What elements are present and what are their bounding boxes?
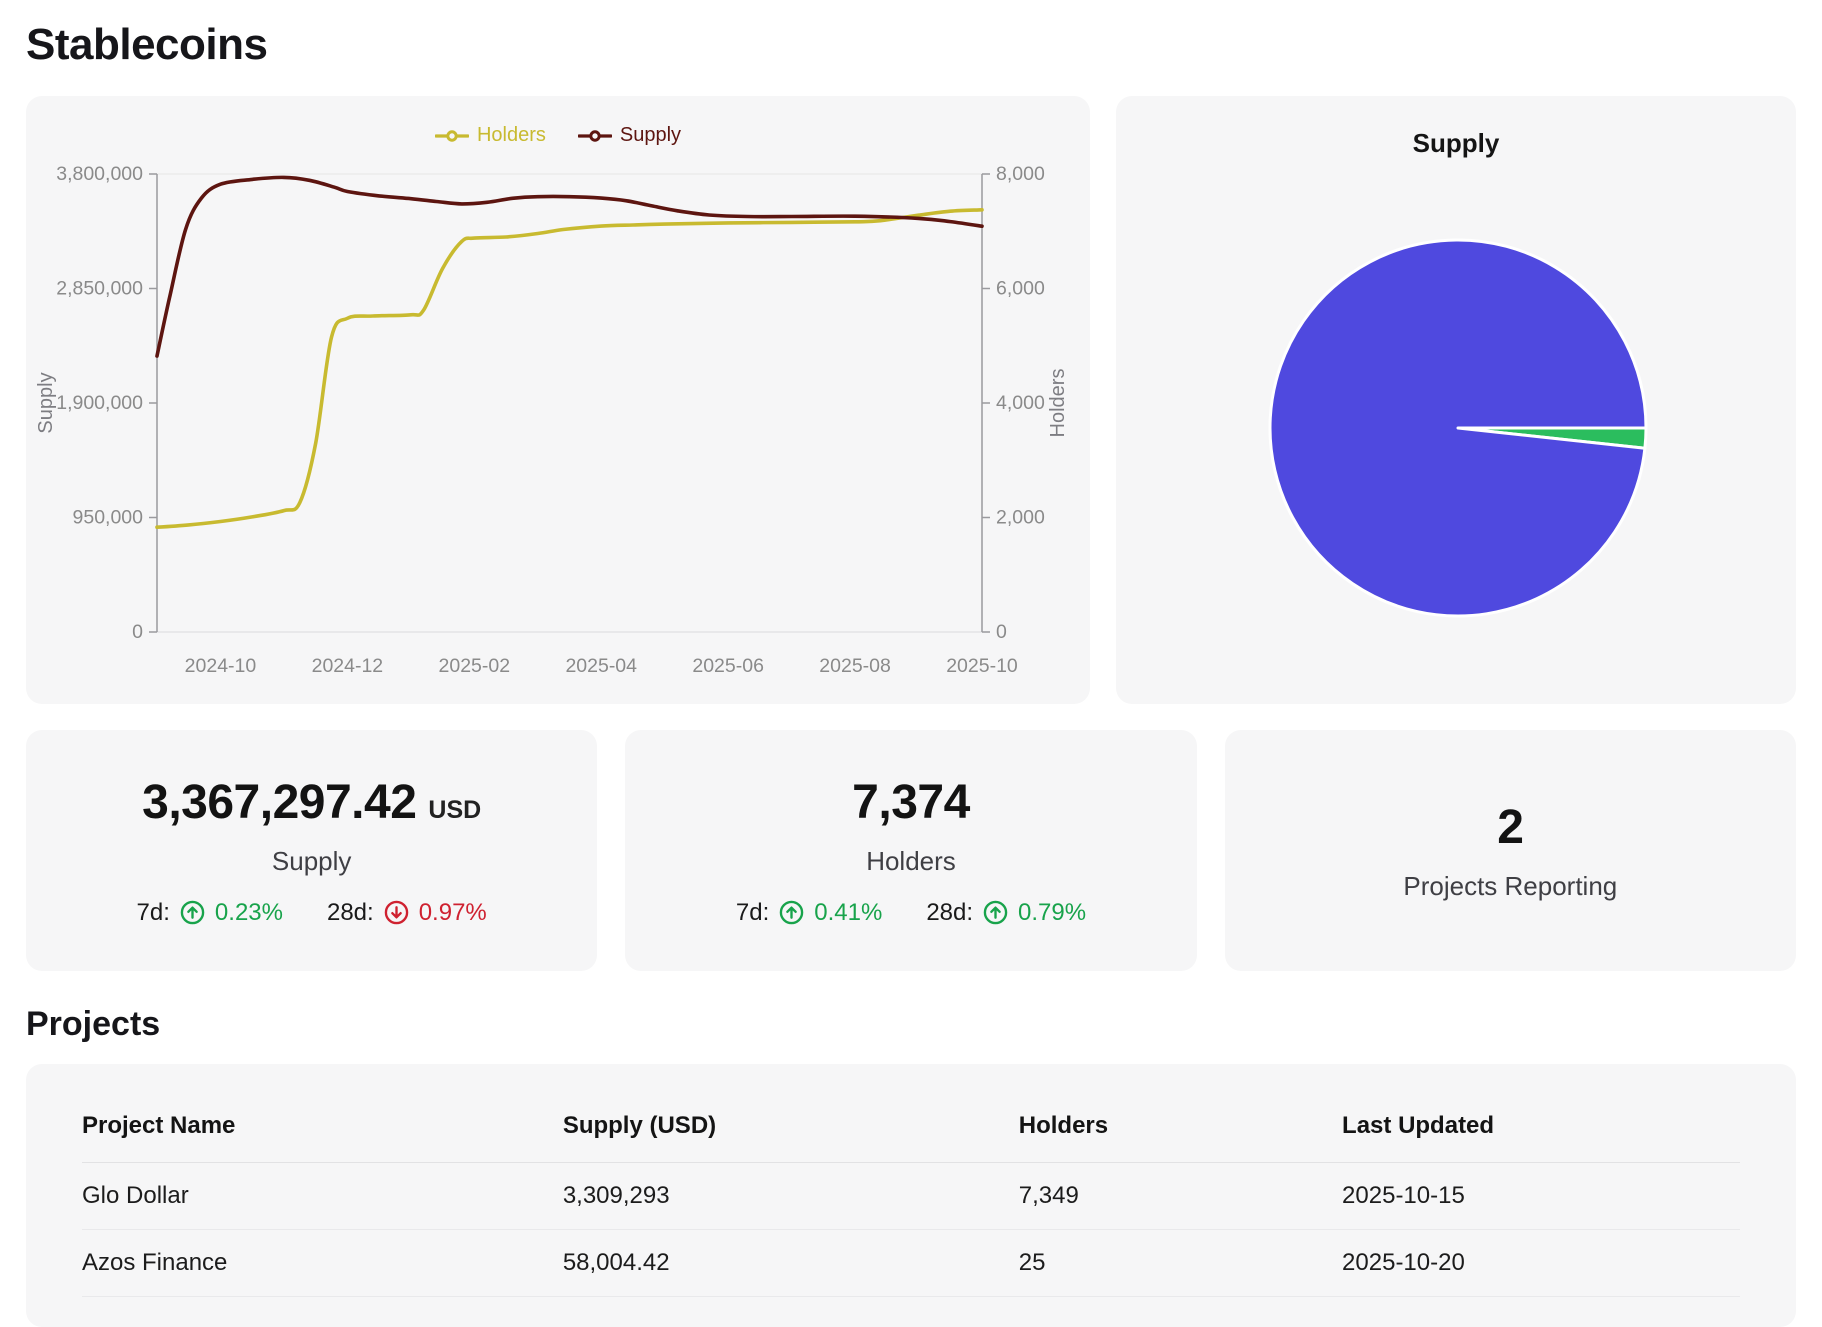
table-cell: 7,349 — [1018, 1162, 1343, 1230]
x-axis-tick-label: 2024-10 — [185, 655, 257, 677]
right-axis-tick-label: 0 — [996, 621, 1007, 643]
legend-label: Holders — [476, 124, 546, 146]
x-axis-tick-label: 2025-08 — [819, 655, 891, 677]
line-chart: 0 950,000 1,900,000 2,850,000 3,800,000 Suppl… — [35, 163, 1069, 677]
change-period-label: 7d: — [136, 898, 170, 926]
table-cell: 2025-10-20 — [1342, 1229, 1740, 1297]
left-axis-tick-label: 950,000 — [73, 507, 144, 529]
right-axis: 0 2,000 4,000 6,000 8,000 Holders — [981, 163, 1069, 643]
pie-chart — [1268, 238, 1648, 618]
stat-label: Projects Reporting — [1403, 870, 1618, 901]
legend-marker-icon — [577, 129, 612, 142]
table-column-header: Last Updated — [1342, 1082, 1740, 1163]
arrow-up-circle-icon — [983, 900, 1008, 925]
left-axis-title: Supply — [35, 372, 57, 433]
change-7d: 7d: 0.41% — [736, 899, 882, 927]
projects-heading: Projects — [26, 1005, 161, 1043]
arrow-up-circle-icon — [779, 900, 804, 925]
right-axis-tick-label: 4,000 — [996, 392, 1045, 414]
stat-value-line: 3,367,297.42 USD — [142, 775, 481, 830]
table-row[interactable]: Azos Finance 58,004.42 25 2025-10-20 — [82, 1229, 1740, 1297]
line-chart-legend: Holders Supply — [26, 124, 1090, 147]
table-header-row: Project Name Supply (USD) Holders Last Upda… — [82, 1082, 1740, 1163]
table-cell: 58,004.42 — [562, 1229, 1019, 1297]
stat-label: Supply — [271, 845, 352, 876]
stat-label: Holders — [866, 845, 956, 876]
legend-label: Supply — [619, 124, 682, 146]
series-line-holders — [155, 208, 984, 530]
table-column-header: Holders — [1018, 1082, 1343, 1163]
x-axis-tick-label: 2024-12 — [312, 655, 384, 677]
projects-table-card: Project Name Supply (USD) Holders Last Upda… — [26, 1064, 1796, 1327]
x-axis-tick-label: 2025-02 — [439, 655, 511, 677]
table-cell: 25 — [1018, 1229, 1343, 1297]
arrow-down-circle-icon — [384, 900, 408, 925]
table-cell: Glo Dollar — [82, 1162, 563, 1230]
change-period-label: 28d: — [326, 898, 374, 926]
stat-card-holders: 7,374 Holders 7d: 0.41% 28d: 0.79% — [625, 730, 1197, 971]
x-axis-labels: 2024-10 2024-12 2025-02 2025-04 2025-06 2025-… — [185, 655, 1018, 677]
stats-row: 3,367,297.42 USD Supply 7d: 0.23% 28d: 0.97% 7,… — [26, 730, 1796, 971]
pie-slice[interactable] — [1268, 238, 1648, 618]
change-percent: 0.97% — [418, 898, 487, 926]
page-title: Stablecoins — [26, 20, 268, 69]
right-axis-tick-label: 2,000 — [996, 507, 1045, 529]
change-percent: 0.23% — [214, 898, 283, 926]
arrow-up-circle-icon — [180, 900, 205, 925]
x-axis-tick-label: 2025-10 — [946, 655, 1018, 677]
stat-value-line: 7,374 — [852, 775, 970, 830]
stat-value-line: 2 — [1497, 800, 1524, 855]
projects-table: Project Name Supply (USD) Holders Last Upda… — [82, 1082, 1740, 1297]
table-cell: 2025-10-15 — [1342, 1162, 1740, 1230]
stat-changes: 7d: 0.23% 28d: 0.97% — [137, 899, 487, 927]
right-axis-tick-label: 6,000 — [996, 278, 1045, 300]
stat-unit: USD — [428, 795, 482, 824]
pie-chart-title: Supply — [1412, 128, 1500, 158]
table-column-header: Supply (USD) — [562, 1082, 1019, 1163]
legend-item-holders[interactable]: Holders — [434, 124, 546, 147]
legend-marker-icon — [434, 129, 469, 142]
right-axis-tick-label: 8,000 — [996, 163, 1045, 185]
x-axis-tick-label: 2025-06 — [692, 655, 764, 677]
left-axis-tick-label: 0 — [132, 621, 143, 643]
table-column-header: Project Name — [82, 1082, 563, 1163]
table-cell: Azos Finance — [82, 1229, 563, 1297]
charts-row: Holders Supply 0 950,000 1,900,000 2,850,000… — [26, 96, 1796, 704]
stat-value: 2 — [1497, 800, 1524, 854]
stat-card-supply: 3,367,297.42 USD Supply 7d: 0.23% 28d: 0.97% — [26, 730, 598, 971]
series-line-supply — [155, 175, 984, 358]
right-axis-title: Holders — [1047, 369, 1069, 438]
left-axis-tick-label: 1,900,000 — [56, 392, 143, 414]
left-axis: 0 950,000 1,900,000 2,850,000 3,800,000 Suppl… — [35, 163, 158, 643]
stat-value: 7,374 — [852, 775, 970, 829]
pie-chart-card: Supply — [1116, 96, 1796, 704]
line-chart-card: Holders Supply 0 950,000 1,900,000 2,850,000… — [26, 96, 1090, 704]
stat-value: 3,367,297.42 — [142, 775, 417, 829]
change-28d: 28d: 0.97% — [327, 899, 487, 927]
change-percent: 0.41% — [814, 898, 883, 926]
table-cell: 3,309,293 — [562, 1162, 1019, 1230]
left-axis-tick-label: 3,800,000 — [56, 163, 143, 185]
page: Stablecoins Holders Supply 0 950,000 1,900,… — [0, 0, 1822, 1327]
legend-item-supply[interactable]: Supply — [577, 124, 682, 147]
stat-changes: 7d: 0.41% 28d: 0.79% — [736, 899, 1086, 927]
x-axis-tick-label: 2025-04 — [565, 655, 637, 677]
change-period-label: 28d: — [926, 898, 974, 926]
change-percent: 0.79% — [1018, 898, 1087, 926]
change-7d: 7d: 0.23% — [137, 899, 283, 927]
table-row[interactable]: Glo Dollar 3,309,293 7,349 2025-10-15 — [82, 1162, 1740, 1230]
left-axis-tick-label: 2,850,000 — [56, 278, 143, 300]
stat-card-projects-reporting: 2 Projects Reporting — [1224, 730, 1796, 971]
change-28d: 28d: 0.79% — [926, 899, 1086, 927]
change-period-label: 7d: — [735, 898, 770, 926]
